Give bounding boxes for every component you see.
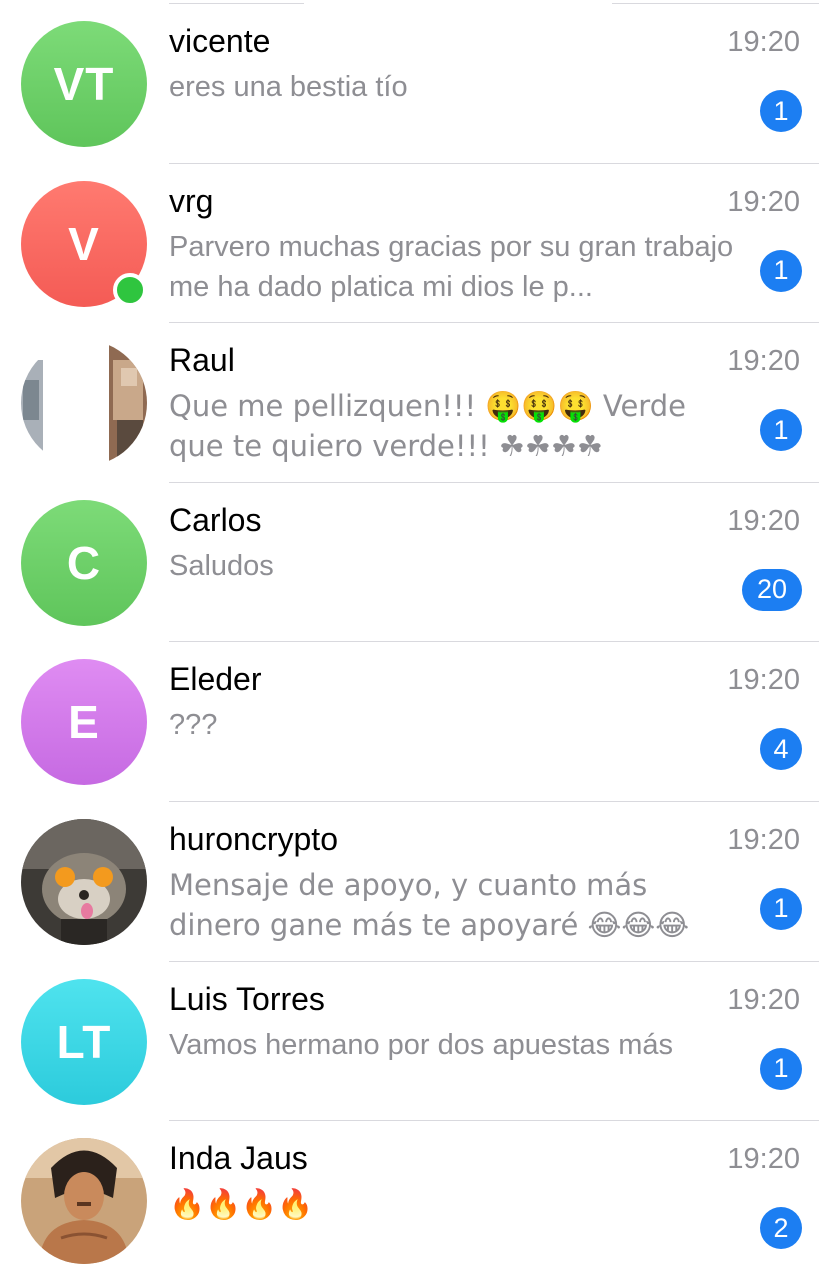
chat-time: 19:20 (727, 185, 800, 218)
chat-preview: Saludos (169, 549, 274, 582)
chat-time: 19:20 (727, 1143, 800, 1176)
chat-name: huroncrypto (169, 820, 338, 857)
chat-name: Luis Torres (169, 980, 325, 1017)
avatar: C (21, 499, 147, 626)
warrior-photo-avatar-icon (21, 1138, 147, 1265)
unread-badge: 1 (760, 249, 802, 292)
unread-badge: 20 (742, 568, 802, 611)
avatar: LT (21, 978, 147, 1105)
street-photo-avatar-icon (21, 340, 147, 467)
online-status-icon (113, 272, 147, 307)
unread-badge: 4 (760, 728, 802, 771)
avatar: E (21, 659, 147, 786)
chat-list: VT vicente 19:20 eres una bestia tío 1 V… (0, 4, 819, 1281)
chat-name: Inda Jaus (169, 1140, 308, 1177)
chat-row-raul[interactable]: Raul 19:20 Que me pellizquen!!! 🤑🤑🤑 Verd… (0, 323, 819, 483)
unread-badge: 1 (760, 409, 802, 452)
chat-row-carlos[interactable]: C Carlos 19:20 Saludos 20 (0, 483, 819, 643)
chat-row-eleder[interactable]: E Eleder 19:20 ??? 4 (0, 642, 819, 802)
chat-row-vicente[interactable]: VT vicente 19:20 eres una bestia tío 1 (0, 4, 819, 164)
chat-preview: ??? (169, 709, 218, 742)
chat-preview: Parvero muchas gracias por su gran traba… (169, 230, 734, 303)
chat-time: 19:20 (727, 983, 800, 1016)
chat-preview: Vamos hermano por dos apuestas más (169, 1028, 674, 1061)
avatar-initials: V (68, 217, 100, 270)
chat-row-inda-jaus[interactable]: Inda Jaus 19:20 🔥🔥🔥🔥 2 (0, 1121, 819, 1281)
chat-name: vrg (169, 182, 214, 219)
unread-badge: 1 (760, 90, 802, 132)
chat-name: Eleder (169, 661, 262, 698)
chat-row-luis-torres[interactable]: LT Luis Torres 19:20 Vamos hermano por d… (0, 962, 819, 1122)
chat-time: 19:20 (727, 345, 800, 378)
chat-name: Carlos (169, 501, 262, 538)
chat-preview: Mensaje de apoyo, y cuanto más dinero ga… (169, 867, 690, 942)
avatar-initials: LT (56, 1015, 112, 1068)
unread-badge: 1 (760, 1047, 802, 1090)
chat-name: Raul (169, 342, 235, 379)
chat-name: vicente (169, 23, 271, 59)
ferret-photo-avatar-icon (21, 818, 147, 945)
chat-row-huroncrypto[interactable]: huroncrypto 19:20 Mensaje de apoyo, y cu… (0, 802, 819, 962)
chat-time: 19:20 (727, 823, 800, 856)
chat-preview: eres una bestia tío (169, 71, 408, 103)
avatar-initials: VT (53, 58, 115, 110)
chat-time: 19:20 (727, 664, 800, 697)
unread-badge: 1 (760, 887, 802, 930)
chat-time: 19:20 (727, 504, 800, 537)
chat-preview: 🔥🔥🔥🔥 (169, 1187, 314, 1222)
chat-time: 19:20 (727, 26, 800, 58)
unread-badge: 2 (760, 1207, 802, 1250)
avatar-initials: E (68, 696, 100, 749)
chat-preview: Que me pellizquen!!! 🤑🤑🤑 Verde que te qu… (169, 389, 686, 464)
chat-row-vrg[interactable]: V vrg 19:20 Parvero muchas gracias por s… (0, 164, 819, 324)
avatar-initials: C (66, 536, 102, 589)
avatar: VT (21, 21, 147, 147)
